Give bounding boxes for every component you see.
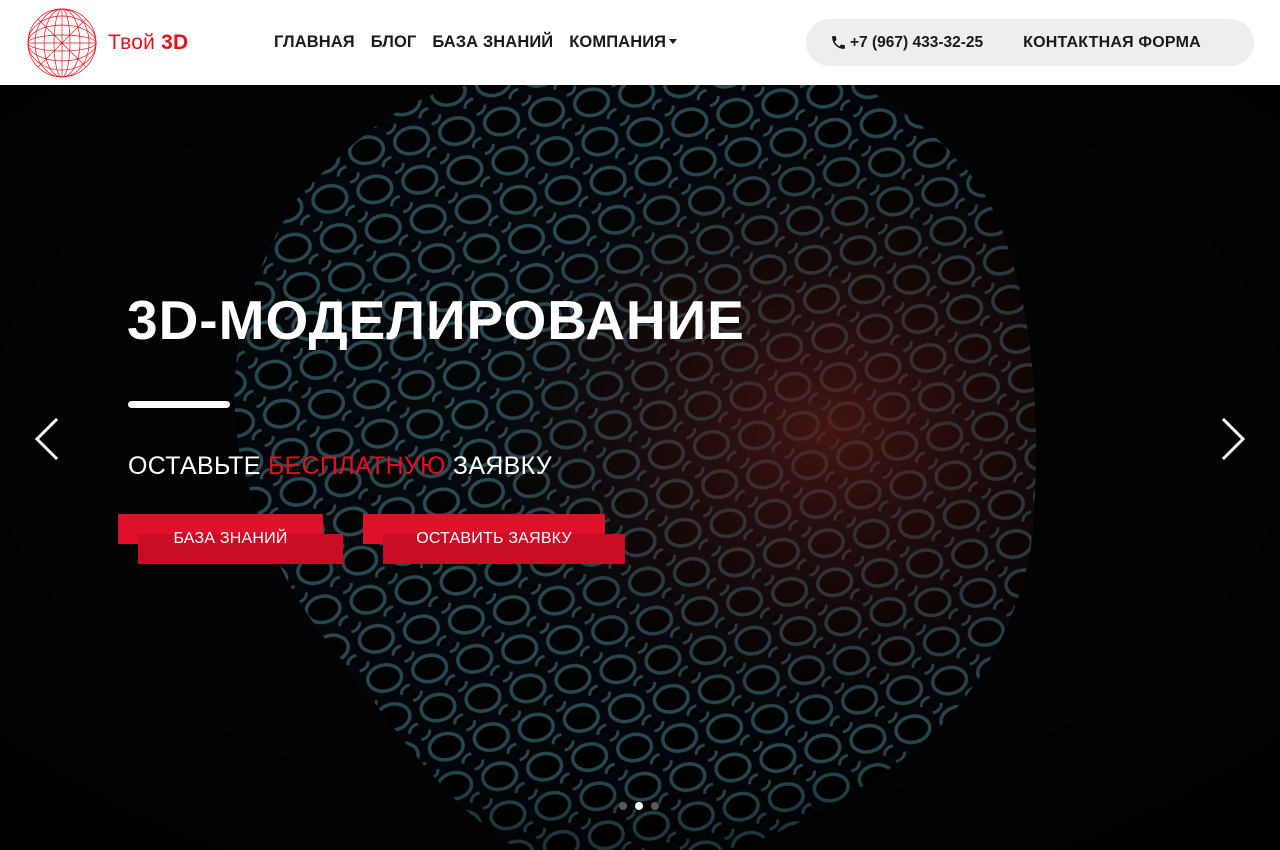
nav-item-blog[interactable]: БЛОГ: [371, 33, 417, 52]
nav-item-company-label: КОМПАНИЯ: [569, 32, 667, 51]
hero-title: 3D-МОДЕЛИРОВАНИЕ: [127, 289, 745, 351]
hero-divider: [128, 401, 230, 408]
hero-subtitle-part-1: ОСТАВЬТЕ: [128, 452, 268, 480]
knowledge-base-button-label: БАЗА ЗНАНИЙ: [173, 530, 288, 547]
logo-text-light: Твой: [108, 31, 156, 54]
hero-subtitle-part-2: ЗАЯВКУ: [445, 452, 552, 480]
knowledge-base-button[interactable]: БАЗА ЗНАНИЙ: [118, 514, 343, 564]
hero-subtitle: ОСТАВЬТЕ БЕСПЛАТНУЮ ЗАЯВКУ: [128, 452, 552, 481]
nav-item-home[interactable]: ГЛАВНАЯ: [274, 33, 355, 52]
hero-slider: 3D-МОДЕЛИРОВАНИЕ ОСТАВЬТЕ БЕСПЛАТНУЮ ЗАЯ…: [0, 85, 1280, 850]
site-header: Твой 3D ГЛАВНАЯ БЛОГ БАЗА ЗНАНИЙ КОМПАНИ…: [0, 0, 1280, 85]
phone-icon: [832, 36, 845, 49]
nav-item-company[interactable]: КОМПАНИЯ: [569, 32, 678, 52]
chevron-right-icon[interactable]: [1217, 415, 1247, 463]
slide-indicator-2[interactable]: [635, 802, 643, 810]
logo[interactable]: Твой 3D: [26, 7, 206, 79]
main-nav: ГЛАВНАЯ БЛОГ БАЗА ЗНАНИЙ КОМПАНИЯ: [274, 30, 693, 54]
slide-indicator-3[interactable]: [651, 802, 659, 810]
slide-indicator-1[interactable]: [619, 802, 627, 810]
caret-down-icon: [669, 38, 678, 44]
logo-text-bold: 3D: [161, 31, 189, 54]
submit-request-button[interactable]: ОСТАВИТЬ ЗАЯВКУ: [363, 514, 625, 564]
submit-request-button-label: ОСТАВИТЬ ЗАЯВКУ: [416, 530, 572, 547]
phone-link[interactable]: +7 (967) 433-32-25: [830, 34, 983, 52]
contact-bar: +7 (967) 433-32-25 КОНТАКТНАЯ ФОРМА: [806, 19, 1254, 66]
phone-number: +7 (967) 433-32-25: [850, 33, 984, 51]
contact-form-link[interactable]: КОНТАКТНАЯ ФОРМА: [1023, 34, 1201, 52]
hero-subtitle-accent: БЕСПЛАТНУЮ: [267, 452, 446, 480]
wireframe-sphere-icon: [27, 8, 97, 78]
slider-indicators: [619, 802, 667, 810]
logo-text: Твой 3D: [108, 31, 188, 55]
nav-item-knowledge-base[interactable]: БАЗА ЗНАНИЙ: [432, 33, 553, 52]
chevron-left-icon[interactable]: [33, 415, 63, 463]
